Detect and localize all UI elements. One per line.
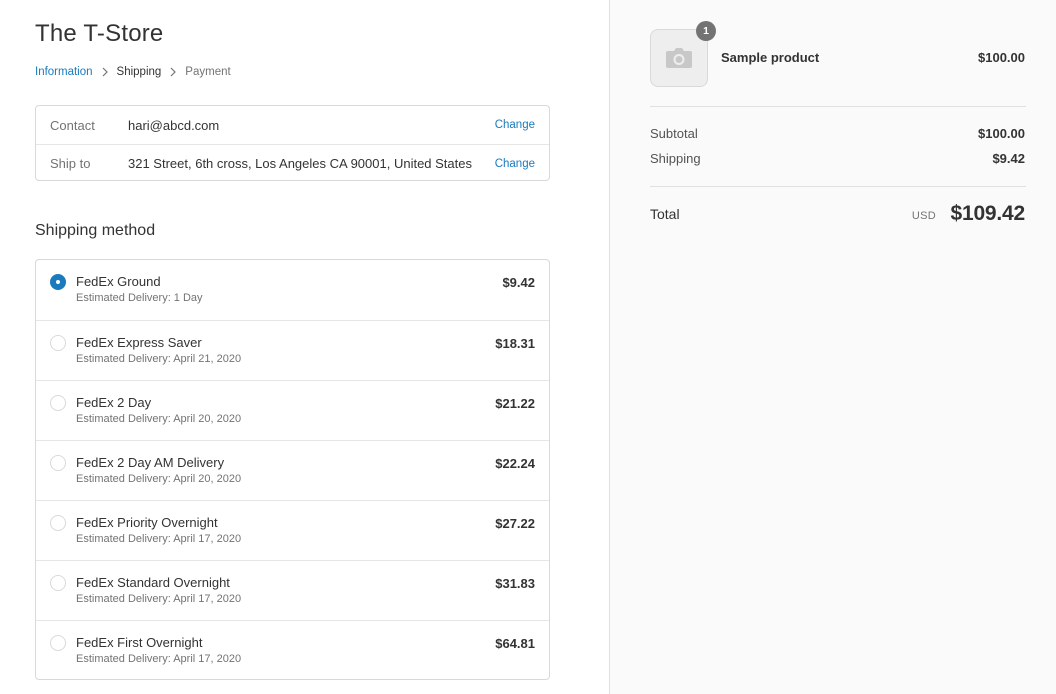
- contact-label: Contact: [50, 117, 95, 133]
- subtotal-value: $100.00: [978, 126, 1025, 141]
- shipping-method-eta: Estimated Delivery: April 17, 2020: [76, 593, 242, 605]
- total-currency: USD: [911, 210, 936, 222]
- review-block: Contact hari@abcd.com Change Ship to 321…: [35, 105, 550, 181]
- camera-icon: [666, 48, 692, 68]
- shipping-method-option[interactable]: FedEx Ground Estimated Delivery: 1 Day $…: [36, 260, 549, 320]
- quantity-badge: 1: [696, 21, 716, 41]
- shipping-method-radio[interactable]: [50, 335, 66, 351]
- shipping-method-eta: Estimated Delivery: April 17, 2020: [76, 533, 242, 545]
- shipping-method-option[interactable]: FedEx Standard Overnight Estimated Deliv…: [36, 560, 549, 620]
- shipping-method-price: $64.81: [495, 636, 535, 651]
- shipping-method-option[interactable]: FedEx Priority Overnight Estimated Deliv…: [36, 500, 549, 560]
- shipping-method-radio[interactable]: [50, 455, 66, 471]
- breadcrumb-shipping: Shipping: [116, 66, 162, 78]
- shipping-method-radio[interactable]: [50, 274, 66, 290]
- shipping-value: $9.42: [992, 151, 1025, 166]
- shipping-method-name: FedEx 2 Day: [76, 395, 152, 410]
- checkout-main: The T-Store Information Shipping Payment…: [0, 0, 609, 694]
- breadcrumb: Information Shipping Payment: [35, 65, 231, 79]
- total-amount: $109.42: [950, 202, 1025, 225]
- shipping-method-price: $27.22: [495, 516, 535, 531]
- shipping-method-radio[interactable]: [50, 635, 66, 651]
- shipping-method-name: FedEx 2 Day AM Delivery: [76, 455, 225, 470]
- shipping-method-option[interactable]: FedEx First Overnight Estimated Delivery…: [36, 620, 549, 679]
- ship-to-label: Ship to: [50, 156, 91, 171]
- product-name: Sample product: [721, 50, 820, 65]
- product-price: $100.00: [978, 50, 1025, 65]
- shipping-method-price: $21.22: [495, 396, 535, 411]
- breadcrumb-information[interactable]: Information: [35, 66, 93, 78]
- shipping-method-option[interactable]: FedEx 2 Day Estimated Delivery: April 20…: [36, 380, 549, 440]
- contact-value: hari@abcd.com: [128, 117, 220, 133]
- shipping-method-price: $18.31: [495, 336, 535, 351]
- change-contact-link[interactable]: Change: [495, 119, 535, 131]
- shipping-label: Shipping: [650, 151, 701, 166]
- shipping-method-name: FedEx Ground: [76, 274, 161, 289]
- change-ship-to-link[interactable]: Change: [495, 158, 535, 170]
- shipping-method-eta: Estimated Delivery: April 20, 2020: [76, 413, 242, 425]
- shipping-method-option[interactable]: FedEx Express Saver Estimated Delivery: …: [36, 320, 549, 380]
- shipping-method-name: FedEx First Overnight: [76, 635, 203, 650]
- subtotal-label: Subtotal: [650, 126, 698, 141]
- shipping-method-radio[interactable]: [50, 515, 66, 531]
- review-contact-row: Contact hari@abcd.com Change: [36, 106, 549, 144]
- breadcrumb-payment: Payment: [185, 66, 231, 78]
- shipping-method-eta: Estimated Delivery: April 17, 2020: [76, 653, 242, 665]
- shipping-method-title: Shipping method: [35, 222, 156, 239]
- shipping-method-price: $31.83: [495, 576, 535, 591]
- shipping-method-option[interactable]: FedEx 2 Day AM Delivery Estimated Delive…: [36, 440, 549, 500]
- order-summary: 1 Sample product $100.00 Subtotal $100.0…: [609, 0, 1056, 694]
- chevron-right-icon: [96, 65, 114, 79]
- shipping-method-name: FedEx Standard Overnight: [76, 575, 230, 590]
- shipping-method-eta: Estimated Delivery: April 20, 2020: [76, 473, 242, 485]
- shipping-method-eta: Estimated Delivery: April 21, 2020: [76, 353, 242, 365]
- shipping-method-radio[interactable]: [50, 575, 66, 591]
- shipping-method-radio[interactable]: [50, 395, 66, 411]
- shipping-method-eta: Estimated Delivery: 1 Day: [76, 292, 203, 304]
- summary-divider: [650, 186, 1026, 187]
- shipping-method-price: $22.24: [495, 456, 535, 471]
- summary-divider: [650, 106, 1026, 107]
- store-title: The T-Store: [35, 20, 164, 47]
- ship-to-value: 321 Street, 6th cross, Los Angeles CA 90…: [128, 156, 472, 171]
- shipping-method-name: FedEx Express Saver: [76, 335, 202, 350]
- shipping-method-price: $9.42: [502, 275, 535, 290]
- chevron-right-icon: [164, 65, 182, 79]
- review-ship-to-row: Ship to 321 Street, 6th cross, Los Angel…: [36, 144, 549, 182]
- shipping-method-list: FedEx Ground Estimated Delivery: 1 Day $…: [35, 259, 550, 680]
- shipping-method-name: FedEx Priority Overnight: [76, 515, 218, 530]
- total-label: Total: [650, 206, 680, 222]
